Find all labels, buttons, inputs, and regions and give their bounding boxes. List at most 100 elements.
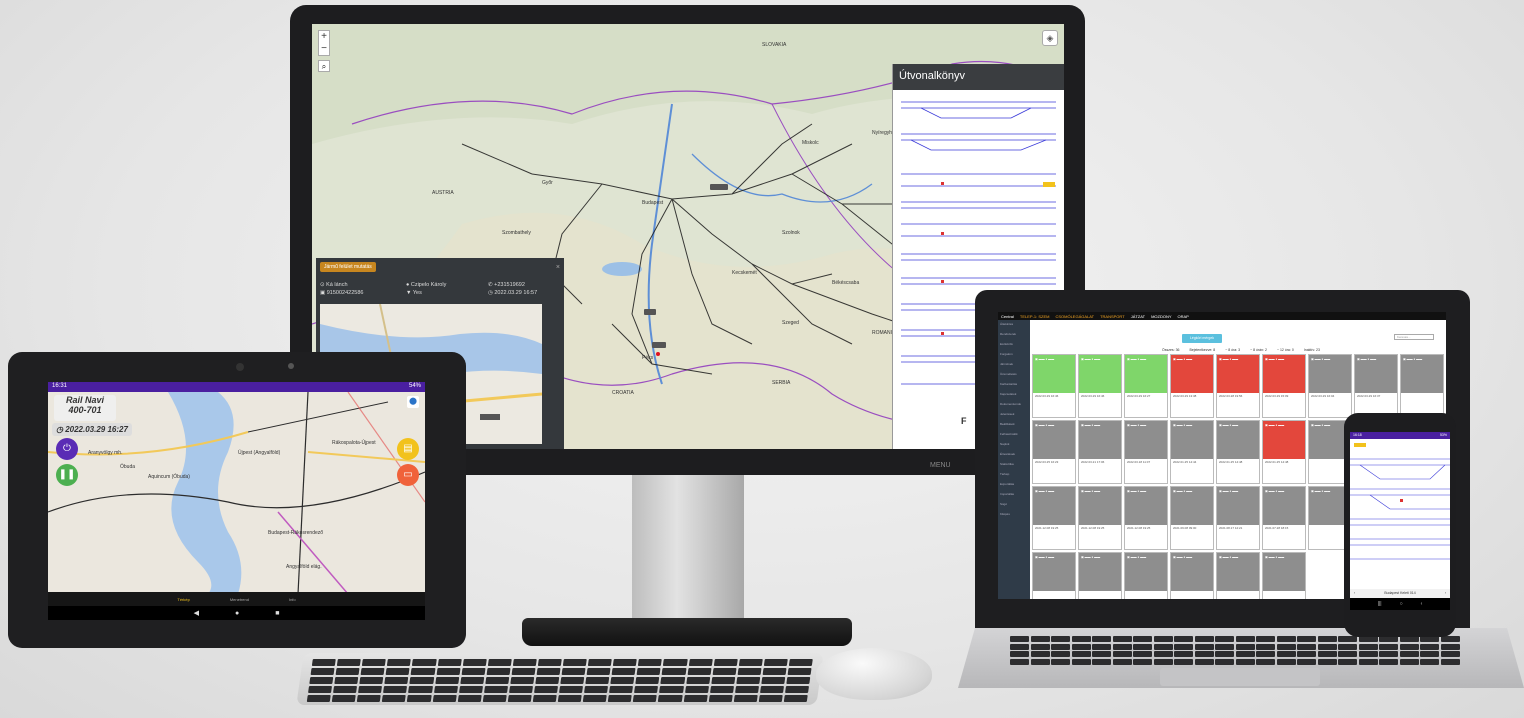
vehicle-card[interactable]: ▣ ▬▬ ● ▬▬ [1262, 552, 1306, 599]
vehicle-card-icons: ▣ ▬▬ ● ▬▬ [1173, 357, 1193, 361]
tablet-tab-bar: Térkép Menetrend Info [48, 592, 425, 606]
vehicle-driver-value: Czipelo Károly [410, 282, 447, 288]
top-bar-item[interactable]: TELEP-1: SZEM [1020, 314, 1050, 319]
vehicle-card[interactable]: ▣ ▬▬ ● ▬▬ [1078, 552, 1122, 599]
sidebar-item[interactable]: Exportálás [998, 480, 1030, 490]
sidebar-item[interactable]: Áttekintés [998, 320, 1030, 330]
sidebar-item[interactable]: Karbantartás [998, 380, 1030, 390]
vehicle-card[interactable]: ▣ ▬▬ ● ▬▬ 2022.03.18 11:07 [1124, 420, 1168, 484]
vehicle-card[interactable]: ▣ ▬▬ ● ▬▬ 2022.03.25 16:23 [1032, 420, 1076, 484]
next-icon[interactable]: › [1445, 591, 1446, 596]
vehicle-card[interactable]: ▣ ▬▬ ● ▬▬ 2022.03.28 19:56 [1216, 354, 1260, 418]
sidebar-item[interactable]: Forgalom [998, 350, 1030, 360]
vehicle-card[interactable]: ▣ ▬▬ ● ▬▬ 2022.03.29 16:37 [1354, 354, 1398, 418]
vehicle-card[interactable]: ▣ ▬▬ ● ▬▬ 2021.12.08 19:25 [1078, 486, 1122, 550]
key [561, 668, 586, 675]
top-bar-item[interactable]: Central [1001, 314, 1014, 319]
vehicle-card[interactable]: ▣ ▬▬ ● ▬▬ 2022.01.25 14:44 [1170, 420, 1214, 484]
zoom-out-button[interactable]: − [319, 43, 329, 55]
vehicle-card[interactable]: ▣ ▬▬ ● ▬▬ 2021.09.08 09:00 [1170, 486, 1214, 550]
vehicle-card[interactable]: ▣ ▬▬ ● ▬▬ [1400, 354, 1444, 418]
sidebar-item[interactable]: Jelentések [998, 410, 1030, 420]
vehicle-card[interactable]: ▣ ▬▬ ● ▬▬ 2022.03.29 16:04 [1308, 354, 1352, 418]
vehicle-card[interactable]: ▣ ▬▬ ● ▬▬ 2022.03.29 15:09 [1262, 354, 1306, 418]
vehicle-card-date: 2022.03.29 16:37 [1357, 394, 1381, 398]
vehicle-card[interactable]: ▣ ▬▬ ● ▬▬ 2022.03.21 17:06 [1078, 420, 1122, 484]
search-icon[interactable]: ⌕ [318, 60, 330, 72]
vehicle-card-status: ▣ ▬▬ ● ▬▬ [1079, 355, 1121, 393]
tab-map[interactable]: Térkép [177, 597, 189, 602]
laptop-trackpad [1160, 668, 1320, 686]
key [609, 686, 634, 693]
home-icon[interactable]: ○ [1400, 601, 1403, 607]
vehicle-card[interactable]: ▣ ▬▬ ● ▬▬ 2021.12.08 19:25 [1124, 486, 1168, 550]
pause-icon[interactable]: ❚❚ [56, 464, 78, 486]
sidebar-item[interactable]: Rendszerek [998, 330, 1030, 340]
key [1174, 636, 1194, 642]
zoom-in-button[interactable]: + [319, 31, 329, 43]
tab-info[interactable]: Info [289, 597, 296, 602]
sidebar-item[interactable]: Értesítések [998, 450, 1030, 460]
key [1358, 643, 1378, 650]
vehicle-card[interactable]: ▣ ▬▬ ● ▬▬ 2022.03.29 16:27 [1124, 354, 1168, 418]
search-input[interactable]: Keresés... [1394, 334, 1434, 340]
key [610, 677, 635, 684]
vehicle-card[interactable]: ▣ ▬▬ ● ▬▬ 2021.08.17 12:21 [1216, 486, 1260, 550]
key [1071, 643, 1091, 650]
vehicle-card-date: 2022.03.21 17:06 [1081, 460, 1105, 464]
key [335, 668, 360, 675]
svg-text:Óbuda: Óbuda [120, 463, 135, 470]
vehicle-card-date: 2022.03.29 16:46 [1035, 394, 1059, 398]
vehicle-card[interactable]: ▣ ▬▬ ● ▬▬ [1170, 552, 1214, 599]
vehicle-card[interactable]: ▣ ▬▬ ● ▬▬ [1124, 552, 1168, 599]
map-zoom-control[interactable]: + − [318, 30, 330, 56]
top-bar-item[interactable]: MOZDONY [1151, 314, 1171, 319]
top-bar-item[interactable]: ORAP [1178, 314, 1189, 319]
sidebar-item[interactable]: Felhasználók [998, 430, 1030, 440]
primary-action-button[interactable]: Légköri mérgek [1182, 334, 1222, 343]
sidebar-item[interactable]: Üzemeltetés [998, 370, 1030, 380]
sidebar-item[interactable]: Térkép [998, 470, 1030, 480]
top-bar-item[interactable]: TRANSPORT [1100, 314, 1125, 319]
sidebar-item[interactable]: Járművek [998, 360, 1030, 370]
vehicle-card[interactable]: ▣ ▬▬ ● ▬▬ 2021.07.28 18:15 [1262, 486, 1306, 550]
vehicle-card[interactable]: ▣ ▬▬ ● ▬▬ [1032, 552, 1076, 599]
vehicle-card[interactable]: ▣ ▬▬ ● ▬▬ 2022.03.29 13:38 [1170, 354, 1214, 418]
sidebar-item[interactable]: Eszközök [998, 340, 1030, 350]
vehicle-id: ▣ 915002422586 [320, 290, 364, 296]
phone-route-diagram[interactable] [1350, 439, 1450, 589]
home-icon[interactable]: ● [235, 610, 239, 617]
recent-apps-icon[interactable]: ||| [1378, 601, 1382, 607]
back-icon[interactable]: ‹ [1421, 601, 1423, 607]
sidebar-item[interactable]: Naplók [998, 440, 1030, 450]
vehicle-card-status: ▣ ▬▬ ● ▬▬ [1263, 553, 1305, 591]
vehicle-card[interactable]: ▣ ▬▬ ● ▬▬ 2022.01.25 14:48 [1262, 420, 1306, 484]
top-bar-item[interactable]: CSOMÓLEGÁGALAT [1055, 314, 1094, 319]
layers-icon[interactable]: ◈ [1042, 30, 1058, 46]
vehicle-card[interactable]: ▣ ▬▬ ● ▬▬ 2022.01.25 14:48 [1216, 420, 1260, 484]
vehicle-card[interactable]: ▣ ▬▬ ● ▬▬ 2022.03.29 16:46 [1078, 354, 1122, 418]
sidebar-item[interactable]: Súgó [998, 500, 1030, 510]
top-bar-item[interactable]: JÁTZAT [1131, 314, 1145, 319]
vehicle-card[interactable]: ▣ ▬▬ ● ▬▬ 2022.03.29 16:46 [1032, 354, 1076, 418]
power-icon[interactable]: ⏻ [56, 438, 78, 460]
key [1215, 643, 1235, 650]
location-pin-icon[interactable]: ⬤ [407, 396, 419, 408]
back-icon[interactable]: ◀ [194, 609, 199, 617]
key [1317, 658, 1337, 665]
key [1051, 636, 1071, 642]
tab-timetable[interactable]: Menetrend [230, 597, 249, 602]
sidebar-item[interactable]: Importálás [998, 490, 1030, 500]
prev-icon[interactable]: ‹ [1354, 591, 1355, 596]
sidebar-item[interactable]: Statisztika [998, 460, 1030, 470]
card-icon[interactable]: ▭ [397, 464, 419, 486]
sidebar-item[interactable]: Kapcsolatok [998, 390, 1030, 400]
sidebar-item[interactable]: Beállítások [998, 420, 1030, 430]
document-icon[interactable]: ▤ [397, 438, 419, 460]
vehicle-card[interactable]: ▣ ▬▬ ● ▬▬ 2021.12.08 19:25 [1032, 486, 1076, 550]
close-icon[interactable]: × [556, 264, 560, 271]
vehicle-card[interactable]: ▣ ▬▬ ● ▬▬ [1216, 552, 1260, 599]
recent-apps-icon[interactable]: ■ [275, 610, 279, 617]
sidebar-item[interactable]: Dokumentumok [998, 400, 1030, 410]
sidebar-item[interactable]: Kilépés [998, 510, 1030, 520]
